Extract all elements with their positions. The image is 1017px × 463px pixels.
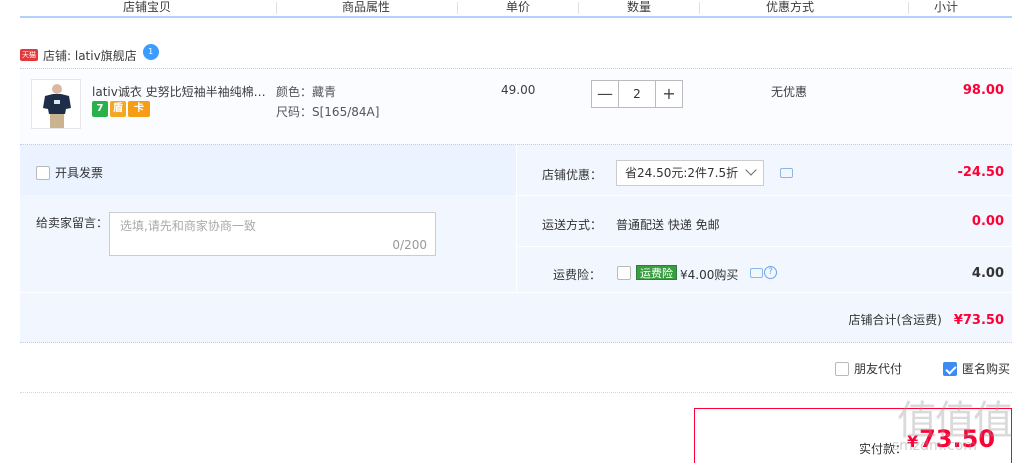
- options-divider: [516, 195, 1012, 196]
- friend-pay-label: 朋友代付: [854, 362, 903, 376]
- promo-method: 无优惠: [771, 85, 808, 99]
- shop-discount-label: 店铺优惠：: [542, 168, 603, 182]
- section-divider: [20, 392, 1012, 393]
- unit-price: 49.00: [501, 83, 536, 97]
- insurance-price: ¥4.00购买: [680, 268, 739, 282]
- product-title-link[interactable]: lativ诚衣 史努比短袖半袖纯棉质T恤男: [92, 83, 274, 100]
- quantity-plus-button[interactable]: +: [655, 80, 683, 108]
- column-header-price: 单价: [506, 0, 531, 14]
- quantity-input[interactable]: 2: [619, 80, 655, 108]
- column-header-item: 店铺宝贝: [123, 0, 172, 14]
- watermark-site: smzdm.com: [891, 438, 977, 454]
- order-options: 开具发票 给卖家留言： 0/200 店铺优惠： 省24.50元:2件7.5折 -…: [20, 144, 1012, 343]
- shop-total-label: 店铺合计(含运费): [848, 313, 942, 327]
- attr-size: 尺码：S[165/84A]: [276, 105, 380, 119]
- column-divider: [908, 2, 909, 14]
- shop-discount-select[interactable]: 省24.50元:2件7.5折: [616, 160, 764, 186]
- invoice-checkbox[interactable]: [36, 165, 50, 180]
- anonymous-checkbox[interactable]: [943, 361, 957, 376]
- insurance-tag: 运费险: [636, 265, 677, 280]
- anonymous-purchase-option[interactable]: 匿名购买: [943, 360, 1010, 377]
- invoice-option[interactable]: 开具发票: [36, 164, 103, 181]
- help-question-icon[interactable]: ?: [764, 266, 777, 279]
- column-divider: [276, 2, 277, 14]
- product-thumbnail[interactable]: [31, 79, 81, 129]
- options-divider: [20, 292, 1012, 293]
- item-subtotal: 98.00: [962, 83, 1004, 98]
- shop-total: 店铺合计(含运费) ¥73.50: [848, 311, 1004, 328]
- wangwang-chat-icon[interactable]: 1: [142, 44, 159, 60]
- guarantee-shield-icon[interactable]: 盾: [110, 101, 126, 117]
- column-divider: [699, 2, 700, 14]
- shipping-label: 运送方式：: [542, 218, 603, 232]
- shipping-amount: 0.00: [971, 214, 1004, 229]
- column-header-subtotal: 小计: [934, 0, 959, 14]
- discount-info-chat-icon[interactable]: [780, 168, 793, 178]
- message-input[interactable]: [120, 219, 420, 233]
- message-char-count: 0/200: [392, 238, 427, 252]
- column-header-attr: 商品属性: [342, 0, 391, 14]
- service-icons: 7 盾 卡: [92, 101, 150, 117]
- cart-item-row: lativ诚衣 史努比短袖半袖纯棉质T恤男 7 盾 卡 颜色：藏青 尺码：S[1…: [20, 68, 1012, 144]
- credit-card-icon[interactable]: 卡: [128, 101, 150, 117]
- column-divider: [578, 2, 579, 14]
- seven-day-return-icon[interactable]: 7: [92, 101, 108, 117]
- column-header-promo: 优惠方式: [766, 0, 815, 14]
- shop-line: 天猫 店铺: lativ旗舰店 1: [20, 44, 159, 64]
- column-header-quantity: 数量: [627, 0, 652, 14]
- friend-pay-checkbox[interactable]: [835, 361, 849, 376]
- chevron-down-icon: [745, 164, 757, 176]
- tmall-icon: 天猫: [20, 49, 38, 61]
- quantity-minus-button[interactable]: —: [591, 80, 619, 108]
- shop-total-amount: ¥73.50: [953, 313, 1004, 328]
- anonymous-label: 匿名购买: [962, 362, 1011, 376]
- shop-discount-amount: -24.50: [957, 165, 1004, 180]
- insurance-label: 运费险：: [553, 268, 602, 282]
- shop-discount-selected: 省24.50元:2件7.5折: [625, 166, 739, 180]
- options-divider: [516, 145, 517, 292]
- shop-name-link[interactable]: 店铺: lativ旗舰店: [43, 47, 137, 64]
- shipping-value: 普通配送 快递 免邮: [616, 218, 720, 232]
- attr-color: 颜色：藏青: [276, 85, 337, 99]
- friend-pay-option[interactable]: 朋友代付: [835, 360, 902, 377]
- options-divider: [516, 246, 1012, 247]
- cart-header-row: 店铺宝贝 商品属性 单价 数量 优惠方式 小计: [20, 0, 1012, 18]
- message-box[interactable]: 0/200: [109, 212, 436, 256]
- insurance-chat-icon[interactable]: [750, 268, 763, 278]
- quantity-stepper: — 2 +: [591, 80, 683, 108]
- invoice-label: 开具发票: [55, 166, 104, 180]
- insurance-checkbox[interactable]: [617, 266, 631, 280]
- message-label: 给卖家留言：: [36, 216, 109, 230]
- insurance-amount: 4.00: [971, 266, 1004, 281]
- column-divider: [457, 2, 458, 14]
